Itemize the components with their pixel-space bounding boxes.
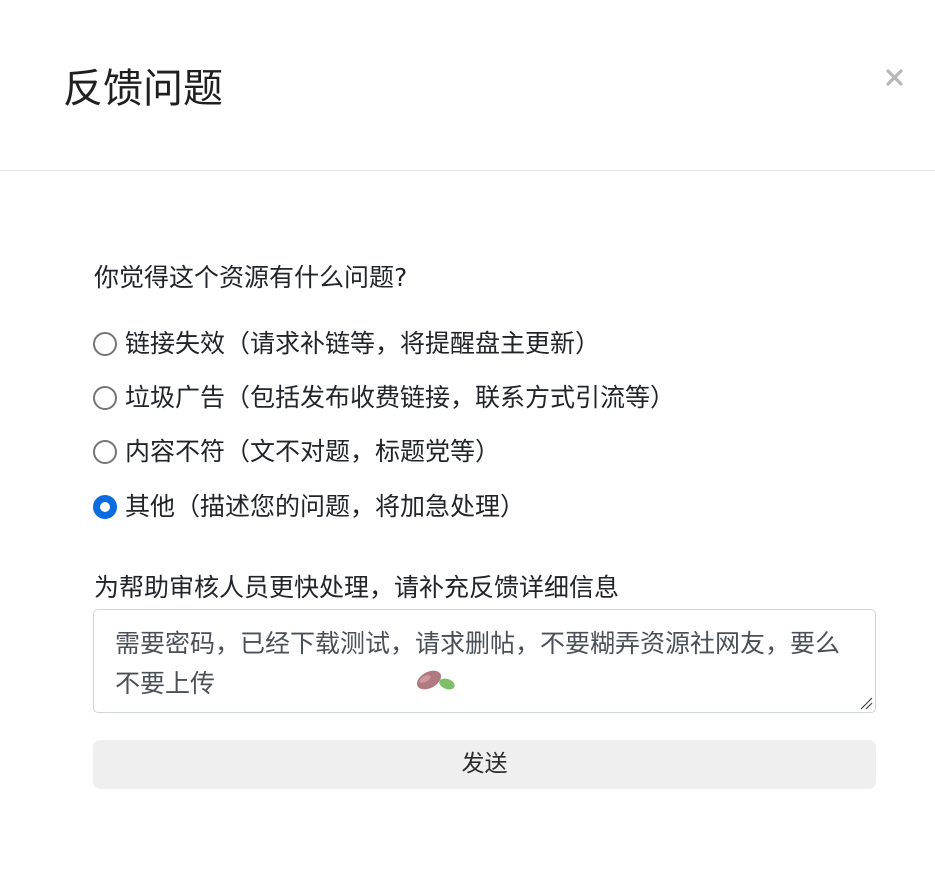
radio-button[interactable]: [93, 332, 117, 356]
reason-option-label: 内容不符（文不对题，标题党等）: [125, 437, 501, 466]
radio-button[interactable]: [93, 440, 117, 464]
reason-option-label: 链接失效（请求补链等，将提醒盘主更新）: [125, 329, 601, 358]
close-icon: [886, 69, 903, 86]
radio-button-selected[interactable]: [93, 495, 117, 519]
reason-option-broken-link[interactable]: 链接失效（请求补链等，将提醒盘主更新）: [93, 326, 600, 362]
close-button[interactable]: [878, 60, 912, 94]
detail-textarea[interactable]: 需要密码，已经下载测试，请求删帖，不要糊弄资源社网友，要么不要上传: [93, 609, 876, 713]
dialog-header: 反馈问题: [0, 0, 935, 171]
feedback-dialog: 反馈问题 你觉得这个资源有什么问题? 链接失效（请求补链等，将提醒盘主更新） 垃…: [0, 0, 935, 870]
reason-option-spam[interactable]: 垃圾广告（包括发布收费链接，联系方式引流等）: [93, 380, 675, 416]
feedback-question: 你觉得这个资源有什么问题?: [94, 263, 408, 292]
send-button[interactable]: 发送: [93, 740, 876, 789]
reason-option-mismatch[interactable]: 内容不符（文不对题，标题党等）: [93, 434, 500, 470]
reason-option-other[interactable]: 其他（描述您的问题，将加急处理）: [93, 489, 525, 525]
reason-option-label: 其他（描述您的问题，将加急处理）: [125, 492, 526, 521]
detail-textarea-value: 需要密码，已经下载测试，请求删帖，不要糊弄资源社网友，要么不要上传: [115, 629, 841, 698]
detail-field-label: 为帮助审核人员更快处理，请补充反馈详细信息: [94, 573, 620, 602]
dialog-title: 反馈问题: [63, 66, 223, 112]
leaf-emoji-icon: [416, 670, 455, 690]
reason-option-label: 垃圾广告（包括发布收费链接，联系方式引流等）: [125, 383, 676, 412]
resize-handle-icon[interactable]: [859, 696, 873, 710]
radio-button[interactable]: [93, 386, 117, 410]
